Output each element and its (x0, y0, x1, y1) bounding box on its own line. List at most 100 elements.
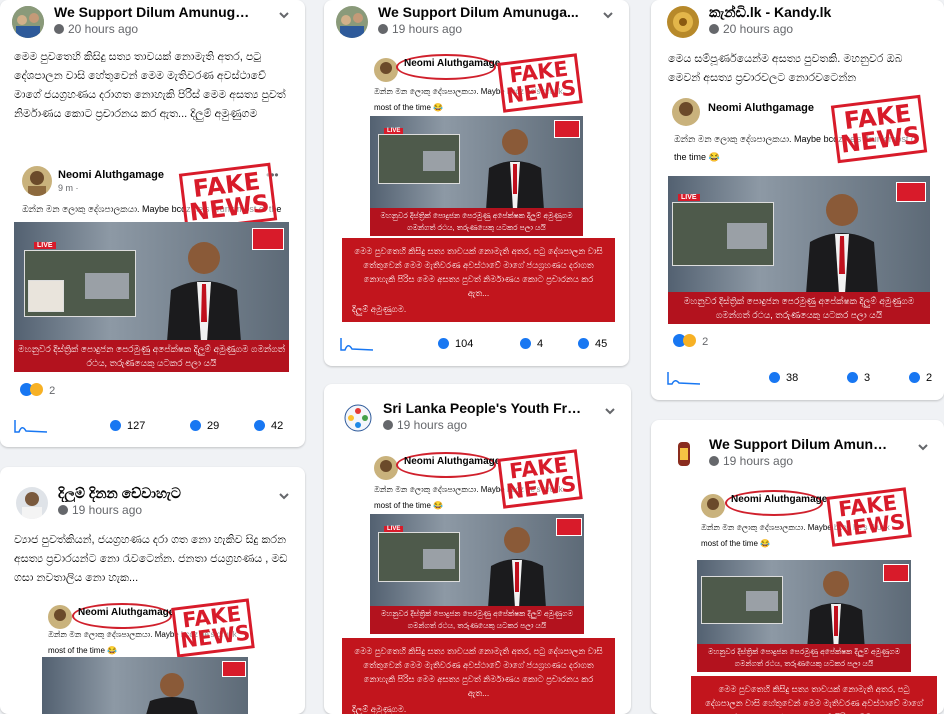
live-badge: LIVE (34, 242, 56, 249)
reaction-summary[interactable]: 2 (673, 334, 708, 356)
embedded-post[interactable]: Neomi Aluthgamage ඔන්න මන ලොකු දේශපාලකයා… (370, 50, 583, 120)
embed-avatar (672, 98, 700, 126)
disclaimer-text: මෙම පුවතෙහි කිසිදු සත්‍ය තාවයක් නොමැති අ… (354, 646, 603, 698)
comments-number: 4 (537, 338, 544, 350)
news-word: NEWS (504, 471, 578, 505)
shares-stat[interactable]: 42 (254, 420, 283, 432)
fake-news-stamp: FAKE NEWS (497, 449, 583, 509)
news-video-frame[interactable]: LIVE මහනුවර දිස්ත්‍රික් පොදුජන පෙරමුණු අ… (370, 116, 583, 236)
globe-icon (383, 420, 393, 430)
channel-logo (222, 661, 246, 677)
reactions-stat[interactable]: 38 (769, 372, 798, 384)
post-time[interactable]: 19 hours ago (58, 503, 142, 517)
shares-stat[interactable]: 45 (578, 338, 607, 350)
news-anchor (146, 673, 198, 714)
embedded-post[interactable]: Neomi Aluthgamage ඔන්න මන ලොකු දේශපාලකයා… (42, 598, 291, 659)
reaction-summary[interactable]: 2 (20, 383, 55, 405)
post-text: මෙය සම්පූර්ණයෙන්ම අසත්‍ය පුවතකි. මහනුවර … (668, 53, 903, 84)
reactions-stat[interactable]: 104 (438, 338, 473, 350)
fake-news-stamp: FAKE NEWS (826, 487, 912, 547)
post-header: Sri Lanka People's Youth Fro... 19 hours… (324, 396, 631, 440)
news-video-frame[interactable] (42, 657, 248, 714)
embed-author: Neomi Aluthgamage (58, 169, 164, 181)
news-video-frame[interactable]: මහනුවර දිස්ත්‍රික් පොදුජන පෙරමුණු අපේක්ෂ… (697, 560, 911, 672)
embed-author: Neomi Aluthgamage (404, 58, 501, 69)
post-text: මෙම පුවතෙහි කිසිදු සත්‍ය තාවයක් නොමැති අ… (14, 51, 286, 120)
page-name[interactable]: දිලුම් දිනන චේවාහැට (58, 485, 258, 502)
page-avatar[interactable] (16, 487, 48, 519)
chevron-down-icon[interactable] (277, 8, 291, 22)
news-video-frame[interactable]: LIVE මහනුවර දිස්ත්‍රික් පොදුජන පෙරමුණු අ… (14, 222, 289, 372)
page-avatar[interactable] (336, 6, 368, 38)
crowd-photo-icon (336, 6, 368, 38)
person-photo-icon (16, 487, 48, 519)
news-anchor (488, 527, 546, 608)
reactions-icon (438, 338, 449, 349)
embed-avatar (374, 58, 398, 82)
post-time[interactable]: 19 hours ago (709, 454, 793, 468)
news-video-frame[interactable]: LIVE මහනුවර දිස්ත්‍රික් පොදුජන පෙරමුණු අ… (668, 176, 930, 324)
embed-avatar (48, 605, 72, 629)
party-logo-icon (668, 438, 700, 470)
globe-icon (378, 24, 388, 34)
chevron-down-icon[interactable] (601, 8, 615, 22)
page-name[interactable]: We Support Dilum Amunuga... (709, 436, 893, 452)
embed-time: 9 m · (58, 183, 79, 193)
news-anchor (806, 194, 878, 294)
inset-crash-video (378, 532, 460, 582)
page-avatar[interactable] (12, 6, 44, 38)
post-header: We Support Dilum Amunuga... 19 hours ago (651, 432, 944, 476)
shares-number: 2 (926, 372, 933, 384)
embedded-post[interactable]: Neomi Aluthgamage ඔන්න මන ලොකු දේශපාලකයා… (370, 448, 585, 518)
comments-stat[interactable]: 4 (520, 338, 543, 350)
embedded-post[interactable]: Neomi Aluthgamage ඔන්න මන ලොකු දේශපාලකයා… (668, 94, 930, 174)
live-badge: LIVE (384, 128, 404, 134)
post-time[interactable]: 20 hours ago (709, 22, 793, 36)
page-avatar[interactable] (342, 402, 374, 434)
post-header: We Support Dilum Amunuga... 19 hours ago (324, 0, 629, 44)
share-icon (909, 372, 920, 383)
page-avatar[interactable] (668, 438, 700, 470)
post-time[interactable]: 20 hours ago (54, 22, 138, 36)
shares-number: 45 (595, 338, 608, 350)
disclaimer-box: මෙම පුවතෙහි කිසිදු සත්‍ය තාවයක් නොමැති අ… (691, 676, 937, 714)
chevron-down-icon[interactable] (277, 489, 291, 503)
inset-crash-video (672, 202, 774, 266)
disclaimer-box: මෙම පුවතෙහි කිසිදු සත්‍ය තාවයක් නොමැති අ… (342, 638, 615, 714)
fake-news-stamp: FAKE NEWS (830, 94, 928, 163)
embedded-post[interactable]: Neomi Aluthgamage ඔන්න මන ලොකු දේශපාලකයා… (697, 486, 914, 556)
embed-avatar (22, 166, 52, 196)
post-time[interactable]: 19 hours ago (378, 22, 462, 36)
page-avatar[interactable] (667, 6, 699, 38)
chevron-down-icon[interactable] (603, 404, 617, 418)
news-video-frame[interactable]: LIVE මහනුවර දිස්ත්‍රික් පොදුජන පෙරමුණු අ… (370, 514, 584, 634)
news-word: NEWS (178, 620, 252, 653)
post-time-text: 20 hours ago (723, 22, 794, 36)
page-name[interactable]: කැන්ඩි.lk - Kandy.lk (709, 4, 899, 21)
chevron-down-icon[interactable] (916, 440, 930, 454)
post-time-text: 19 hours ago (397, 418, 468, 432)
comments-number: 29 (207, 420, 220, 432)
reactions-stat[interactable]: 127 (110, 420, 145, 432)
globe-icon (709, 456, 719, 466)
post-card: We Support Dilum Amunuga... 20 hours ago… (0, 0, 305, 447)
disclaimer-signature: දිලුම් අමුණුගම. (352, 704, 407, 714)
comments-stat[interactable]: 29 (190, 420, 219, 432)
channel-logo (554, 120, 580, 138)
post-time[interactable]: 19 hours ago (383, 418, 467, 432)
news-ticker: මහනුවර දිස්ත්‍රික් පොදුජන පෙරමුණු අපේක්ෂ… (370, 606, 584, 634)
comment-icon (847, 372, 858, 383)
embed-avatar (374, 456, 398, 480)
disclaimer-signature: දිලුම් අමුණුගම. (352, 304, 407, 314)
globe-icon (54, 24, 64, 34)
page-name[interactable]: Sri Lanka People's Youth Fro... (383, 400, 583, 416)
embed-author: Neomi Aluthgamage (708, 102, 814, 114)
inset-crash-video (701, 576, 783, 624)
person-photo-icon (701, 494, 725, 518)
page-name[interactable]: We Support Dilum Amunuga... (54, 4, 254, 20)
reactions-icon (110, 420, 121, 431)
page-name[interactable]: We Support Dilum Amunuga... (378, 4, 588, 20)
news-ticker: මහනුවර දිස්ත්‍රික් පොදුජන පෙරමුණු අපේක්ෂ… (370, 208, 583, 236)
comments-stat[interactable]: 3 (847, 372, 870, 384)
shares-stat[interactable]: 2 (909, 372, 932, 384)
